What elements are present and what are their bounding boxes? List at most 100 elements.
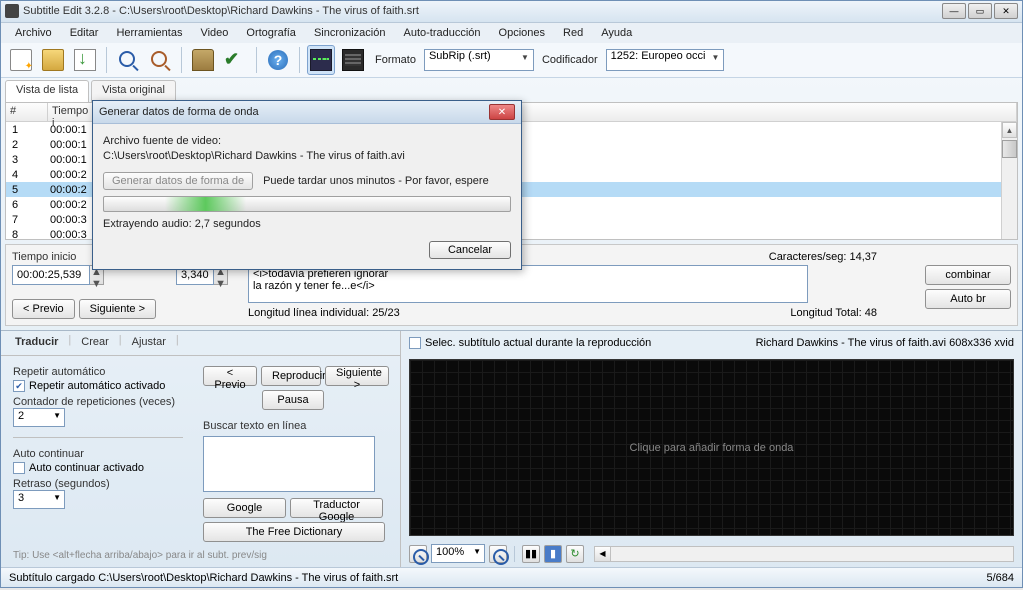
autocontinue-checkbox[interactable]: Auto continuar activado — [13, 462, 183, 474]
help-button[interactable]: ? — [264, 45, 292, 75]
menu-editar[interactable]: Editar — [62, 25, 107, 41]
separator — [514, 546, 515, 562]
menu-red[interactable]: Red — [555, 25, 591, 41]
total-length-display: Longitud Total: 48 — [790, 307, 877, 319]
zoom-out-button[interactable] — [409, 545, 427, 563]
save-icon — [74, 49, 96, 71]
separator — [256, 47, 257, 73]
save-button[interactable] — [71, 45, 99, 75]
status-left: Subtítulo cargado C:\Users\root\Desktop\… — [9, 572, 398, 584]
cancel-button[interactable]: Cancelar — [429, 241, 511, 259]
video-info: Richard Dawkins - The virus of faith.avi… — [756, 337, 1014, 349]
close-button[interactable]: ✕ — [994, 3, 1018, 19]
tab-traducir[interactable]: Traducir — [5, 334, 68, 353]
help-icon: ? — [268, 50, 288, 70]
col-num[interactable]: # — [6, 103, 48, 121]
vertical-scrollbar[interactable]: ▲ — [1001, 122, 1017, 239]
menu-archivo[interactable]: Archivo — [7, 25, 60, 41]
menu-sincronizacion[interactable]: Sincronización — [306, 25, 394, 41]
menu-ortografia[interactable]: Ortografía — [238, 25, 304, 41]
play-next-button[interactable]: Siguiente > — [325, 366, 389, 386]
play-button[interactable]: Reproducir — [261, 366, 321, 386]
separator — [181, 47, 182, 73]
titlebar: Subtitle Edit 3.2.8 - C:\Users\root\Desk… — [1, 1, 1022, 23]
counter-select[interactable]: 2 — [13, 408, 65, 427]
play-position-button[interactable]: ▮▮ — [522, 545, 540, 563]
combine-button[interactable]: combinar — [925, 265, 1011, 285]
waveform-button[interactable] — [307, 45, 335, 75]
status-right: 5/684 — [986, 572, 1014, 584]
app-icon — [5, 4, 19, 18]
refresh-button[interactable]: ↻ — [566, 545, 584, 563]
play-prev-button[interactable]: < Previo — [203, 366, 257, 386]
google-button[interactable]: Google — [203, 498, 286, 518]
search-textarea[interactable] — [203, 436, 375, 492]
menu-herramientas[interactable]: Herramientas — [108, 25, 190, 41]
wait-text: Puede tardar unos minutos - Por favor, e… — [263, 175, 489, 187]
separator — [106, 47, 107, 73]
progress-bar — [103, 196, 511, 212]
zoom-in-icon — [491, 547, 505, 561]
traductor-google-button[interactable]: Traductor Google — [290, 498, 383, 518]
menu-ayuda[interactable]: Ayuda — [593, 25, 640, 41]
menubar: Archivo Editar Herramientas Video Ortogr… — [1, 23, 1022, 43]
fix-icon — [192, 49, 214, 71]
pause-button[interactable]: Pausa — [262, 390, 324, 410]
scroll-up-icon[interactable]: ▲ — [1002, 122, 1017, 138]
repeat-auto-checkbox[interactable]: ✔Repetir automático activado — [13, 380, 183, 392]
replace-button[interactable] — [146, 45, 174, 75]
text-input[interactable] — [248, 265, 808, 303]
tab-crear[interactable]: Crear — [71, 334, 119, 353]
delay-select[interactable]: 3 — [13, 490, 65, 509]
delay-label: Retraso (segundos) — [13, 478, 183, 490]
left-panel: Traducir| Crear| Ajustar| Repetir automá… — [1, 331, 401, 567]
open-button[interactable] — [39, 45, 67, 75]
waveform-area[interactable]: Clique para añadir forma de onda — [409, 359, 1014, 536]
find-icon — [117, 49, 139, 71]
maximize-button[interactable]: ▭ — [968, 3, 992, 19]
horizontal-scrollbar[interactable]: ◀ — [594, 546, 1014, 562]
encoder-select[interactable]: 1252: Europeo occi — [606, 49, 725, 71]
menu-autotraduccion[interactable]: Auto-traducción — [395, 25, 488, 41]
format-select[interactable]: SubRip (.srt) — [424, 49, 534, 71]
starttime-input[interactable] — [12, 265, 90, 285]
line-length-label: Longitud línea individual: 25/23 — [248, 307, 400, 319]
repeat-auto-label: Repetir automático — [13, 366, 183, 378]
scroll-left-icon[interactable]: ◀ — [595, 547, 611, 561]
main-window: Subtitle Edit 3.2.8 - C:\Users\root\Desk… — [0, 0, 1023, 588]
center-button[interactable]: ▮ — [544, 545, 562, 563]
fix-errors-button[interactable] — [189, 45, 217, 75]
video-icon — [342, 49, 364, 71]
extract-status: Extrayendo audio: 2,7 segundos — [103, 218, 511, 230]
zoom-in-button[interactable] — [489, 545, 507, 563]
dialog-close-button[interactable]: ✕ — [489, 104, 515, 120]
scroll-thumb[interactable] — [1002, 140, 1017, 158]
select-current-checkbox[interactable]: Selec. subtítulo actual durante la repro… — [409, 337, 651, 349]
next-button[interactable]: Siguiente > — [79, 299, 156, 319]
format-label: Formato — [375, 54, 416, 66]
spellcheck-button[interactable] — [221, 45, 249, 75]
tab-original-view[interactable]: Vista original — [91, 80, 176, 102]
tip-text: Tip: Use <alt+flecha arriba/abajo> para … — [1, 550, 400, 567]
cps-display: Caracteres/seg: 14,37 — [769, 251, 877, 263]
menu-opciones[interactable]: Opciones — [491, 25, 553, 41]
zoom-toolbar: 100% ▮▮ ▮ ↻ ◀ — [401, 540, 1022, 567]
zoom-select[interactable]: 100% — [431, 544, 485, 563]
waveform-dialog: Generar datos de forma de onda ✕ Archivo… — [92, 100, 522, 270]
tab-ajustar[interactable]: Ajustar — [122, 334, 176, 353]
title-text: Subtitle Edit 3.2.8 - C:\Users\root\Desk… — [23, 5, 942, 17]
video-button[interactable] — [339, 45, 367, 75]
right-panel: Selec. subtítulo actual durante la repro… — [401, 331, 1022, 567]
freedict-button[interactable]: The Free Dictionary — [203, 522, 385, 542]
src-label: Archivo fuente de video: — [103, 135, 511, 147]
col-time[interactable]: Tiempo i — [48, 103, 94, 121]
menu-video[interactable]: Video — [192, 25, 236, 41]
new-button[interactable] — [7, 45, 35, 75]
minimize-button[interactable]: — — [942, 3, 966, 19]
prev-button[interactable]: < Previo — [12, 299, 75, 319]
autocontinue-label: Auto continuar — [13, 448, 183, 460]
autobr-button[interactable]: Auto br — [925, 289, 1011, 309]
find-button[interactable] — [114, 45, 142, 75]
waveform-icon — [310, 49, 332, 71]
tab-list-view[interactable]: Vista de lista — [5, 80, 89, 102]
